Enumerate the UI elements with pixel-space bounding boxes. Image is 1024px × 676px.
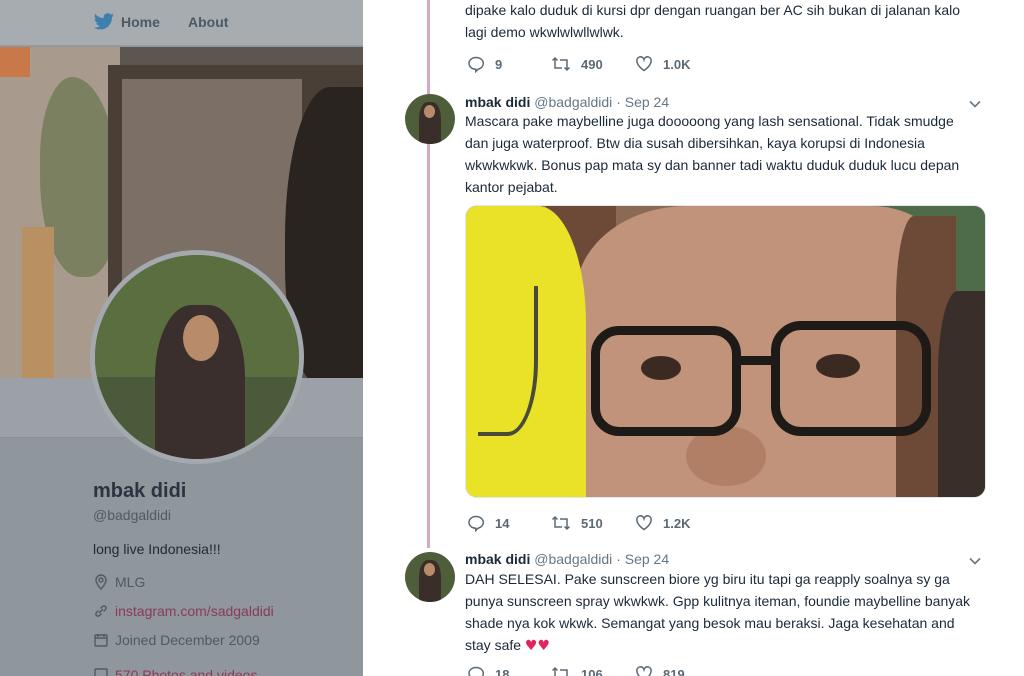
tweet-text-line: stay safe [465,637,522,653]
retweet-count: 106 [581,666,603,676]
tweet-author-name[interactable]: mbak didi [465,551,530,567]
tweet-text-line-last: stay safe ♥♥ [465,634,985,657]
retweet-count: 510 [581,515,603,531]
tweet-timeline: dipake kalo duduk di kursi dpr dengan ru… [363,0,1024,676]
profile-bio: long live Indonesia!!! [93,541,221,557]
tweet-text-line: DAH SELESAI. Pake sunscreen biore yg bir… [465,571,950,587]
tweet-header: mbak didi @badgaldidi · Sep 24 [465,551,669,567]
like-count: 1.2K [663,515,691,531]
tweet-date[interactable]: · Sep 24 [616,551,669,567]
reply-count: 9 [495,56,503,72]
retweet-icon [551,56,571,72]
twitter-bird-icon[interactable] [93,12,115,32]
reply-icon [468,666,485,676]
tweet-text-line: kantor pejabat. [465,179,558,195]
link-icon [95,605,107,617]
tweet-text-line: dan juga waterproof. Btw dia susah diber… [465,135,925,151]
profile-photos-link[interactable]: 570 Photos and videos [115,667,257,676]
tweet-author-handle[interactable]: @badgaldidi [534,94,612,110]
nav-home-link[interactable]: Home [121,14,160,30]
like-count: 1.0K [663,56,691,72]
tweet-photo[interactable] [465,205,986,498]
tweet-text-line: lagi demo wkwlwlwllwlwk. [465,24,624,40]
tweet-text: dipake kalo duduk di kursi dpr dengan ru… [465,0,985,43]
reply-button[interactable]: 9 [467,55,551,73]
tweet-actions: 9 490 1.0K [467,55,719,73]
profile-name: mbak didi [93,480,187,502]
thread-connector-line [427,0,430,548]
nav-about-link[interactable]: About [188,14,228,30]
calendar-icon [94,634,108,647]
like-button[interactable]: 1.2K [635,514,719,532]
retweet-icon [551,515,571,531]
heart-icon [636,515,652,531]
tweet-text: DAH SELESAI. Pake sunscreen biore yg bir… [465,568,985,657]
like-count: 819 [663,666,685,676]
profile-website: instagram.com/sadgaldidi [93,603,274,619]
tweet-author-handle[interactable]: @badgaldidi [534,551,612,567]
tweet-text-line: dipake kalo duduk di kursi dpr dengan ru… [465,2,961,18]
tweet-text-line: shade nya kok wkwk. Semangat yang besok … [465,615,955,631]
tweet-text-line: wkwkwkwk. Bonus pap mata sy dan banner t… [465,157,960,173]
location-pin-icon [95,574,107,590]
heart-icon [636,56,652,72]
profile-photos: 570 Photos and videos [93,667,257,676]
top-nav: Home About [0,0,363,46]
reply-icon [468,515,485,532]
profile-joined: Joined December 2009 [93,632,260,648]
reply-button[interactable]: 14 [467,514,551,532]
profile-location-text: MLG [115,574,146,590]
tweet-text-line: Mascara pake maybelline juga dooooong ya… [465,113,954,129]
retweet-count: 490 [581,56,603,72]
tweet-avatar[interactable] [405,552,455,602]
tweet-actions: 14 510 1.2K [467,514,719,532]
profile-avatar[interactable] [90,250,304,464]
profile-panel: Home About mbak didi @badgaldidi long li… [0,0,363,676]
tweet-actions: 18 106 819 [467,665,719,676]
profile-handle: @badgaldidi [93,507,172,523]
tweet-author-name[interactable]: mbak didi [465,94,530,110]
retweet-button[interactable]: 510 [551,514,635,532]
tweet-text: Mascara pake maybelline juga dooooong ya… [465,110,985,198]
tweet-header: mbak didi @badgaldidi · Sep 24 [465,94,669,110]
retweet-button[interactable]: 106 [551,665,635,676]
reply-count: 18 [495,666,510,676]
profile-joined-text: Joined December 2009 [115,632,260,648]
profile-location: MLG [93,574,145,590]
heart-emoji: ♥♥ [524,638,551,654]
retweet-button[interactable]: 490 [551,55,635,73]
reply-count: 14 [495,515,510,531]
tweet-date[interactable]: · Sep 24 [616,94,669,110]
tweet-text-line: punya sunscreen spray wkwkwk. Gpp kulitn… [465,593,971,609]
reply-icon [468,56,485,73]
reply-button[interactable]: 18 [467,665,551,676]
photo-icon [94,668,108,676]
tweet-avatar[interactable] [405,94,455,144]
like-button[interactable]: 819 [635,665,719,676]
like-button[interactable]: 1.0K [635,55,719,73]
profile-website-link[interactable]: instagram.com/sadgaldidi [115,603,274,619]
retweet-icon [551,666,568,676]
heart-icon [636,666,652,676]
chevron-down-icon[interactable] [967,553,983,569]
